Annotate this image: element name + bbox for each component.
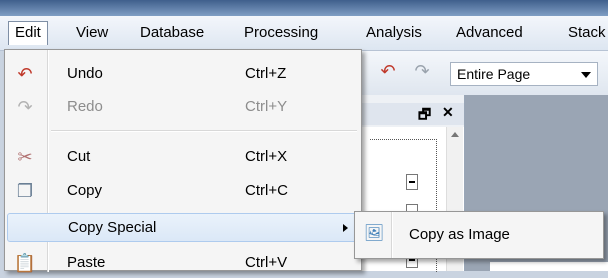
menu-bar: Edit View Database Processing Analysis A… (0, 16, 608, 51)
close-icon[interactable]: ✕ (442, 104, 454, 121)
edit-menu: ↶ Undo Ctrl+Z ↷ Redo Ctrl+Y ✂ Cut Ctrl+X… (4, 49, 362, 273)
collapse-icon[interactable] (406, 174, 418, 190)
menu-item-copy-as-image[interactable]: Copy as Image (409, 226, 510, 243)
menu-item-shortcut: Ctrl+Z (245, 65, 287, 82)
redo-icon[interactable]: ↷ (412, 61, 432, 81)
menu-item-shortcut: Ctrl+Y (245, 98, 288, 115)
zoom-combobox[interactable]: Entire Page (450, 62, 598, 86)
menu-separator (51, 130, 357, 132)
panel-header: 🗗 ✕ (362, 103, 464, 125)
copy-icon: ❐ (16, 181, 34, 201)
scissors-icon: ✂ (17, 147, 33, 167)
menu-item-paste[interactable]: 📋 Paste Ctrl+V (7, 249, 359, 278)
menu-item-shortcut: Ctrl+X (245, 148, 288, 165)
zoom-value: Entire Page (457, 66, 531, 82)
menu-item-copy[interactable]: ❐ Copy Ctrl+C (7, 177, 359, 206)
menu-item-shortcut: Ctrl+C (245, 182, 288, 199)
copy-special-submenu: 🖼 Copy as Image (354, 211, 604, 259)
menu-gutter (391, 212, 393, 258)
paste-icon: 📋 (13, 253, 37, 273)
menu-item-copy-special[interactable]: Copy Special (7, 213, 359, 242)
menu-stack[interactable]: Stack (562, 22, 608, 44)
menu-item-shortcut: Ctrl+V (245, 254, 288, 271)
chevron-down-icon[interactable] (581, 72, 591, 78)
undo-icon[interactable]: ↶ (378, 61, 398, 81)
menu-analysis[interactable]: Analysis (360, 22, 428, 44)
image-icon: 🖼 (363, 225, 385, 242)
undo-icon: ↶ (17, 64, 33, 84)
submenu-arrow-icon (343, 224, 348, 232)
menu-edit[interactable]: Edit (8, 21, 48, 45)
menu-item-label: Cut (67, 148, 91, 165)
restore-icon[interactable]: 🗗 (418, 104, 431, 128)
menu-processing[interactable]: Processing (238, 22, 324, 44)
menu-item-label: Copy (67, 182, 103, 199)
page-canvas (490, 262, 608, 271)
menu-item-label: Redo (67, 98, 103, 115)
scroll-up-icon[interactable] (451, 132, 459, 137)
menu-item-label: Copy Special (68, 219, 157, 236)
menu-item-label: Undo (67, 65, 103, 82)
menu-advanced[interactable]: Advanced (450, 22, 529, 44)
window-title-strip (0, 0, 608, 16)
menu-database[interactable]: Database (134, 22, 210, 44)
redo-icon: ↷ (17, 97, 33, 117)
menu-item-undo[interactable]: ↶ Undo Ctrl+Z (7, 60, 359, 89)
menu-item-label: Paste (67, 254, 106, 271)
menu-item-redo[interactable]: ↷ Redo Ctrl+Y (7, 93, 359, 122)
menu-view[interactable]: View (70, 22, 114, 44)
menu-item-cut[interactable]: ✂ Cut Ctrl+X (7, 143, 359, 172)
